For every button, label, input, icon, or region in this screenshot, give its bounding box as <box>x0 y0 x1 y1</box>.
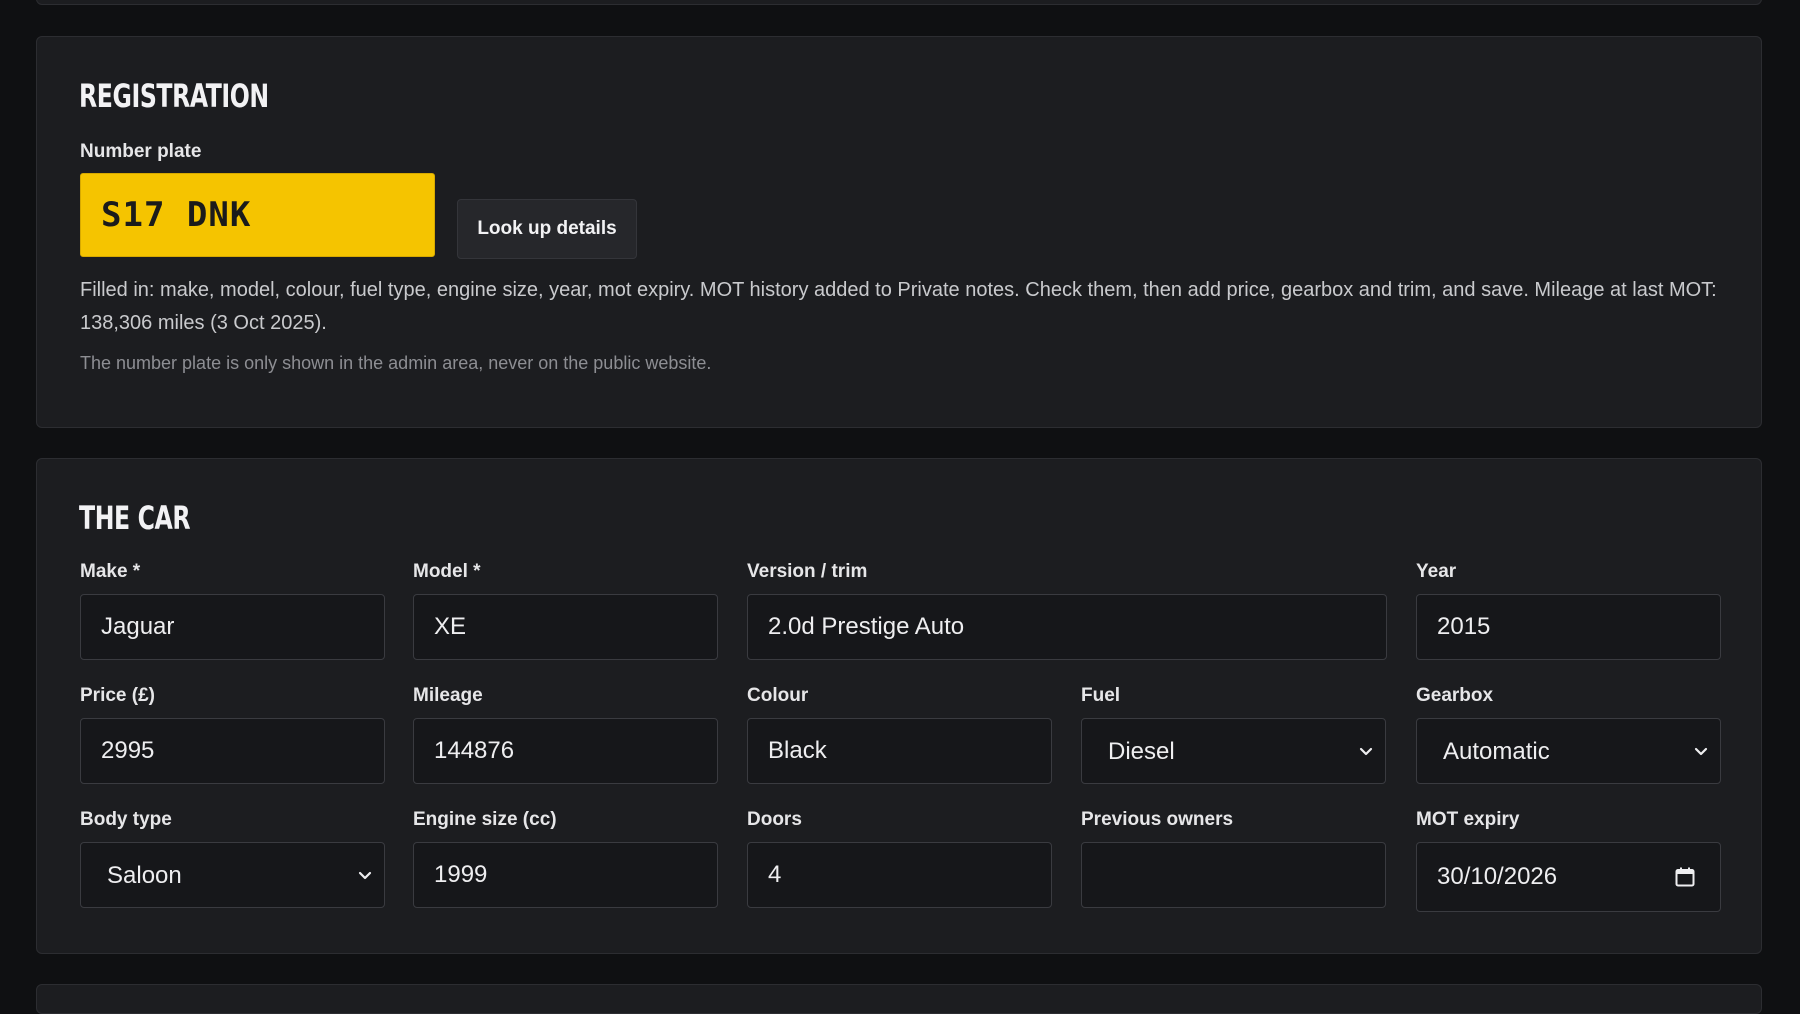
previous-owners-input[interactable] <box>1081 842 1386 908</box>
doors-input[interactable] <box>747 842 1052 908</box>
mileage-label: Mileage <box>413 685 483 706</box>
engine-size-label: Engine size (cc) <box>413 809 557 830</box>
colour-label: Colour <box>747 685 809 706</box>
price-label: Price (£) <box>80 685 155 706</box>
look-up-details-button[interactable]: Look up details <box>457 199 637 259</box>
mileage-input[interactable] <box>413 718 718 784</box>
model-label: Model * <box>413 561 481 582</box>
engine-size-input[interactable] <box>413 842 718 908</box>
body-type-select[interactable]: Saloon <box>80 842 385 908</box>
fuel-select[interactable]: Diesel <box>1081 718 1386 784</box>
year-label: Year <box>1416 561 1457 582</box>
body-type-label: Body type <box>80 809 172 830</box>
make-label: Make * <box>80 561 141 582</box>
number-plate-label: Number plate <box>80 141 202 162</box>
version-trim-label: Version / trim <box>747 561 868 582</box>
calendar-icon[interactable] <box>1674 866 1696 888</box>
price-input[interactable] <box>80 718 385 784</box>
colour-input[interactable] <box>747 718 1052 784</box>
previous-section-card <box>36 0 1762 5</box>
make-input[interactable] <box>80 594 385 660</box>
fuel-label: Fuel <box>1081 685 1121 706</box>
mot-expiry-label: MOT expiry <box>1416 809 1520 830</box>
registration-section: REGISTRATION Number plate Look up detail… <box>36 36 1762 428</box>
previous-owners-label: Previous owners <box>1081 809 1234 830</box>
car-details-section: THE CAR Make * Model * Version / trim Ye… <box>36 458 1762 954</box>
lookup-result-text: Filled in: make, model, colour, fuel typ… <box>80 279 1717 334</box>
model-input[interactable] <box>413 594 718 660</box>
gearbox-select[interactable]: Automatic <box>1416 718 1721 784</box>
version-trim-input[interactable] <box>747 594 1387 660</box>
mot-expiry-input[interactable]: 30/10/2026 <box>1416 842 1721 912</box>
registration-title: REGISTRATION <box>79 77 269 115</box>
gearbox-label: Gearbox <box>1416 685 1494 706</box>
number-plate-input[interactable] <box>80 173 435 257</box>
mot-expiry-value: 30/10/2026 <box>1437 863 1558 890</box>
doors-label: Doors <box>747 809 802 830</box>
car-section-title: THE CAR <box>79 499 191 537</box>
year-input[interactable] <box>1416 594 1721 660</box>
number-plate-hint: The number plate is only shown in the ad… <box>80 353 712 373</box>
